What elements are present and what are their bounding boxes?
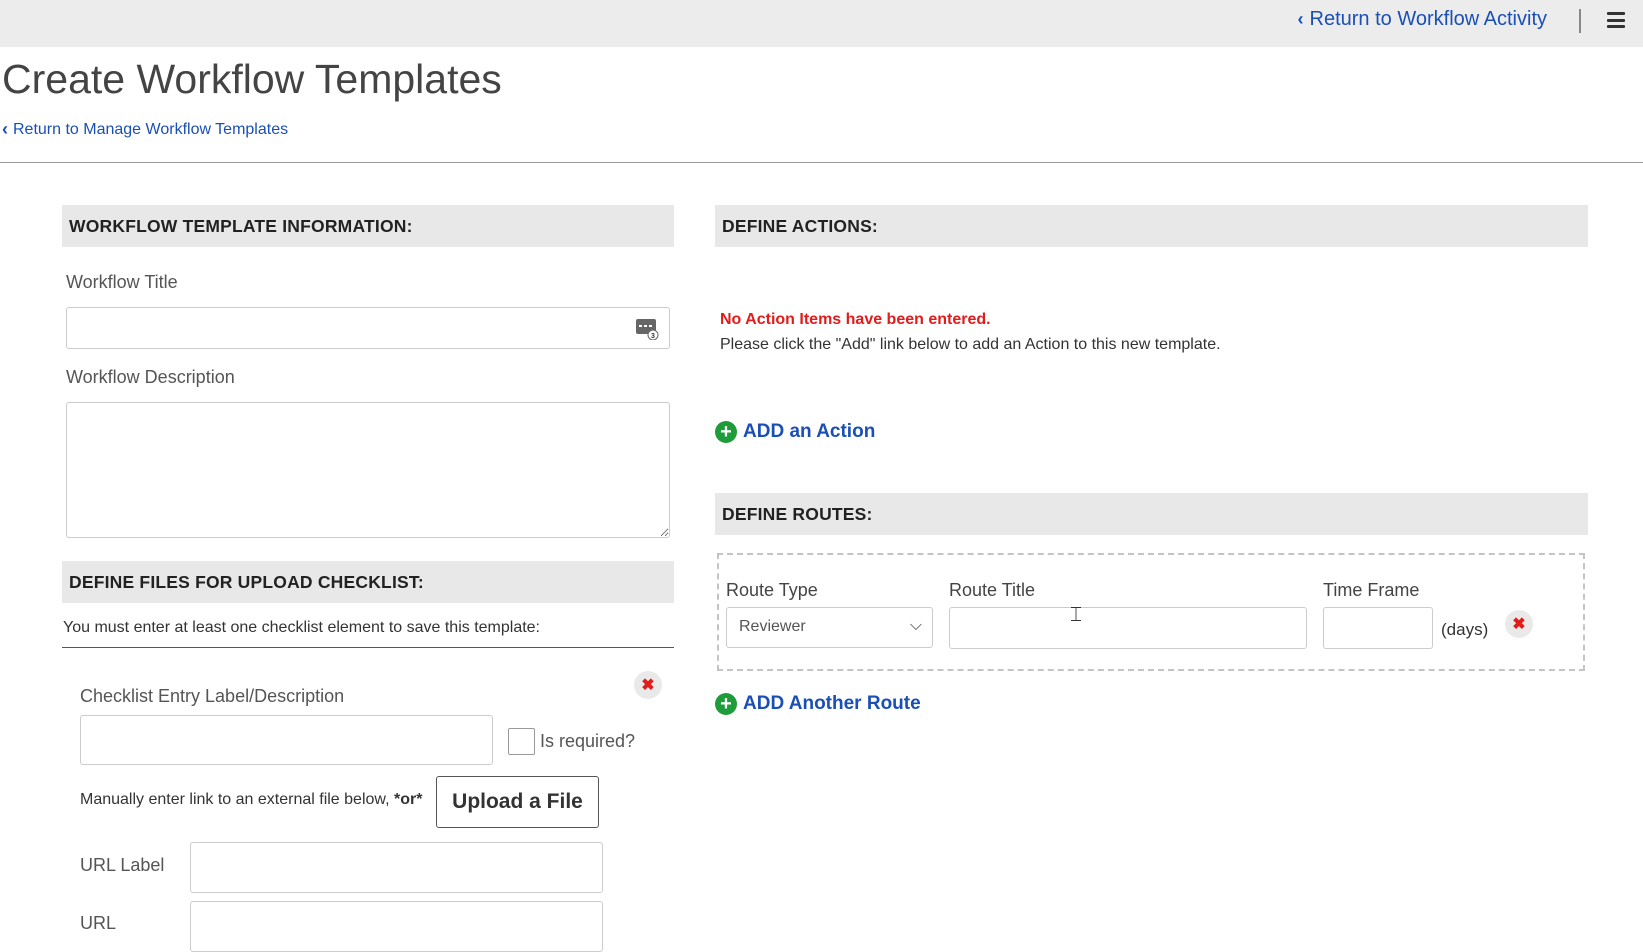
upload-file-button[interactable]: Upload a File — [436, 776, 599, 828]
back-link-label: Return to Manage Workflow Templates — [13, 120, 289, 138]
define-routes-heading: DEFINE ROUTES: — [715, 493, 1588, 535]
remove-route-button[interactable]: ✖ — [1505, 610, 1533, 638]
checklist-instruction: You must enter at least one checklist el… — [63, 619, 540, 636]
checklist-entry-label: Checklist Entry Label/Description — [80, 686, 345, 706]
workflow-title-label: Workflow Title — [66, 272, 178, 292]
manual-link-instruction: Manually enter link to an external file … — [80, 791, 423, 808]
route-type-label: Route Type — [726, 580, 818, 600]
time-frame-input[interactable] — [1323, 607, 1433, 649]
checklist-divider — [62, 647, 674, 648]
return-to-manage-templates-link[interactable]: ‹ Return to Manage Workflow Templates — [2, 119, 288, 140]
days-unit-label: (days) — [1441, 620, 1489, 639]
spellcheck-icon[interactable]: 3 — [635, 316, 659, 340]
url-input[interactable] — [190, 901, 603, 952]
top-bar: ‹ Return to Workflow Activity — [0, 0, 1643, 47]
route-title-label: Route Title — [949, 580, 1036, 600]
return-to-workflow-activity-link[interactable]: ‹ Return to Workflow Activity — [1298, 8, 1547, 31]
page-title: Create Workflow Templates — [2, 56, 502, 102]
return-activity-label: Return to Workflow Activity — [1309, 8, 1547, 30]
checklist-entry-input[interactable] — [80, 715, 493, 765]
url-label: URL — [80, 913, 117, 933]
files-checklist-heading: DEFINE FILES FOR UPLOAD CHECKLIST: — [62, 561, 674, 603]
svg-text:3: 3 — [651, 333, 655, 340]
workflow-title-input[interactable] — [66, 307, 670, 349]
define-actions-heading: DEFINE ACTIONS: — [715, 205, 1588, 247]
add-action-link[interactable]: + ADD an Action — [715, 421, 875, 443]
no-actions-message: No Action Items have been entered. — [720, 311, 991, 328]
workflow-description-input[interactable] — [66, 402, 670, 538]
template-info-heading: WORKFLOW TEMPLATE INFORMATION: — [62, 205, 674, 247]
workflow-description-label: Workflow Description — [66, 367, 235, 387]
plus-circle-icon: + — [715, 421, 737, 443]
is-required-checkbox[interactable] — [508, 728, 535, 755]
remove-checklist-entry-button[interactable]: ✖ — [634, 671, 662, 699]
chevron-left-icon: ‹ — [2, 119, 8, 139]
text-cursor-icon: ⌶ — [1070, 604, 1082, 626]
header-divider — [0, 162, 1643, 163]
route-type-select[interactable]: Reviewer ⌵ — [726, 607, 933, 648]
close-icon: ✖ — [641, 677, 655, 694]
plus-circle-icon: + — [715, 693, 737, 715]
time-frame-label: Time Frame — [1323, 580, 1420, 600]
chevron-down-icon: ⌵ — [909, 617, 922, 634]
chevron-left-icon: ‹ — [1297, 9, 1304, 29]
add-route-label: ADD Another Route — [743, 693, 921, 714]
no-actions-instruction: Please click the "Add" link below to add… — [720, 336, 1221, 353]
add-action-label: ADD an Action — [743, 421, 876, 442]
hamburger-icon[interactable] — [1607, 12, 1625, 28]
add-another-route-link[interactable]: + ADD Another Route — [715, 693, 921, 715]
route-title-input[interactable] — [949, 607, 1307, 649]
close-icon: ✖ — [1512, 616, 1526, 633]
is-required-label: Is required? — [540, 731, 636, 751]
topbar-separator — [1579, 9, 1581, 33]
url-label-input[interactable] — [190, 842, 603, 893]
route-type-value: Reviewer — [739, 618, 806, 635]
url-label-label: URL Label — [80, 855, 165, 875]
